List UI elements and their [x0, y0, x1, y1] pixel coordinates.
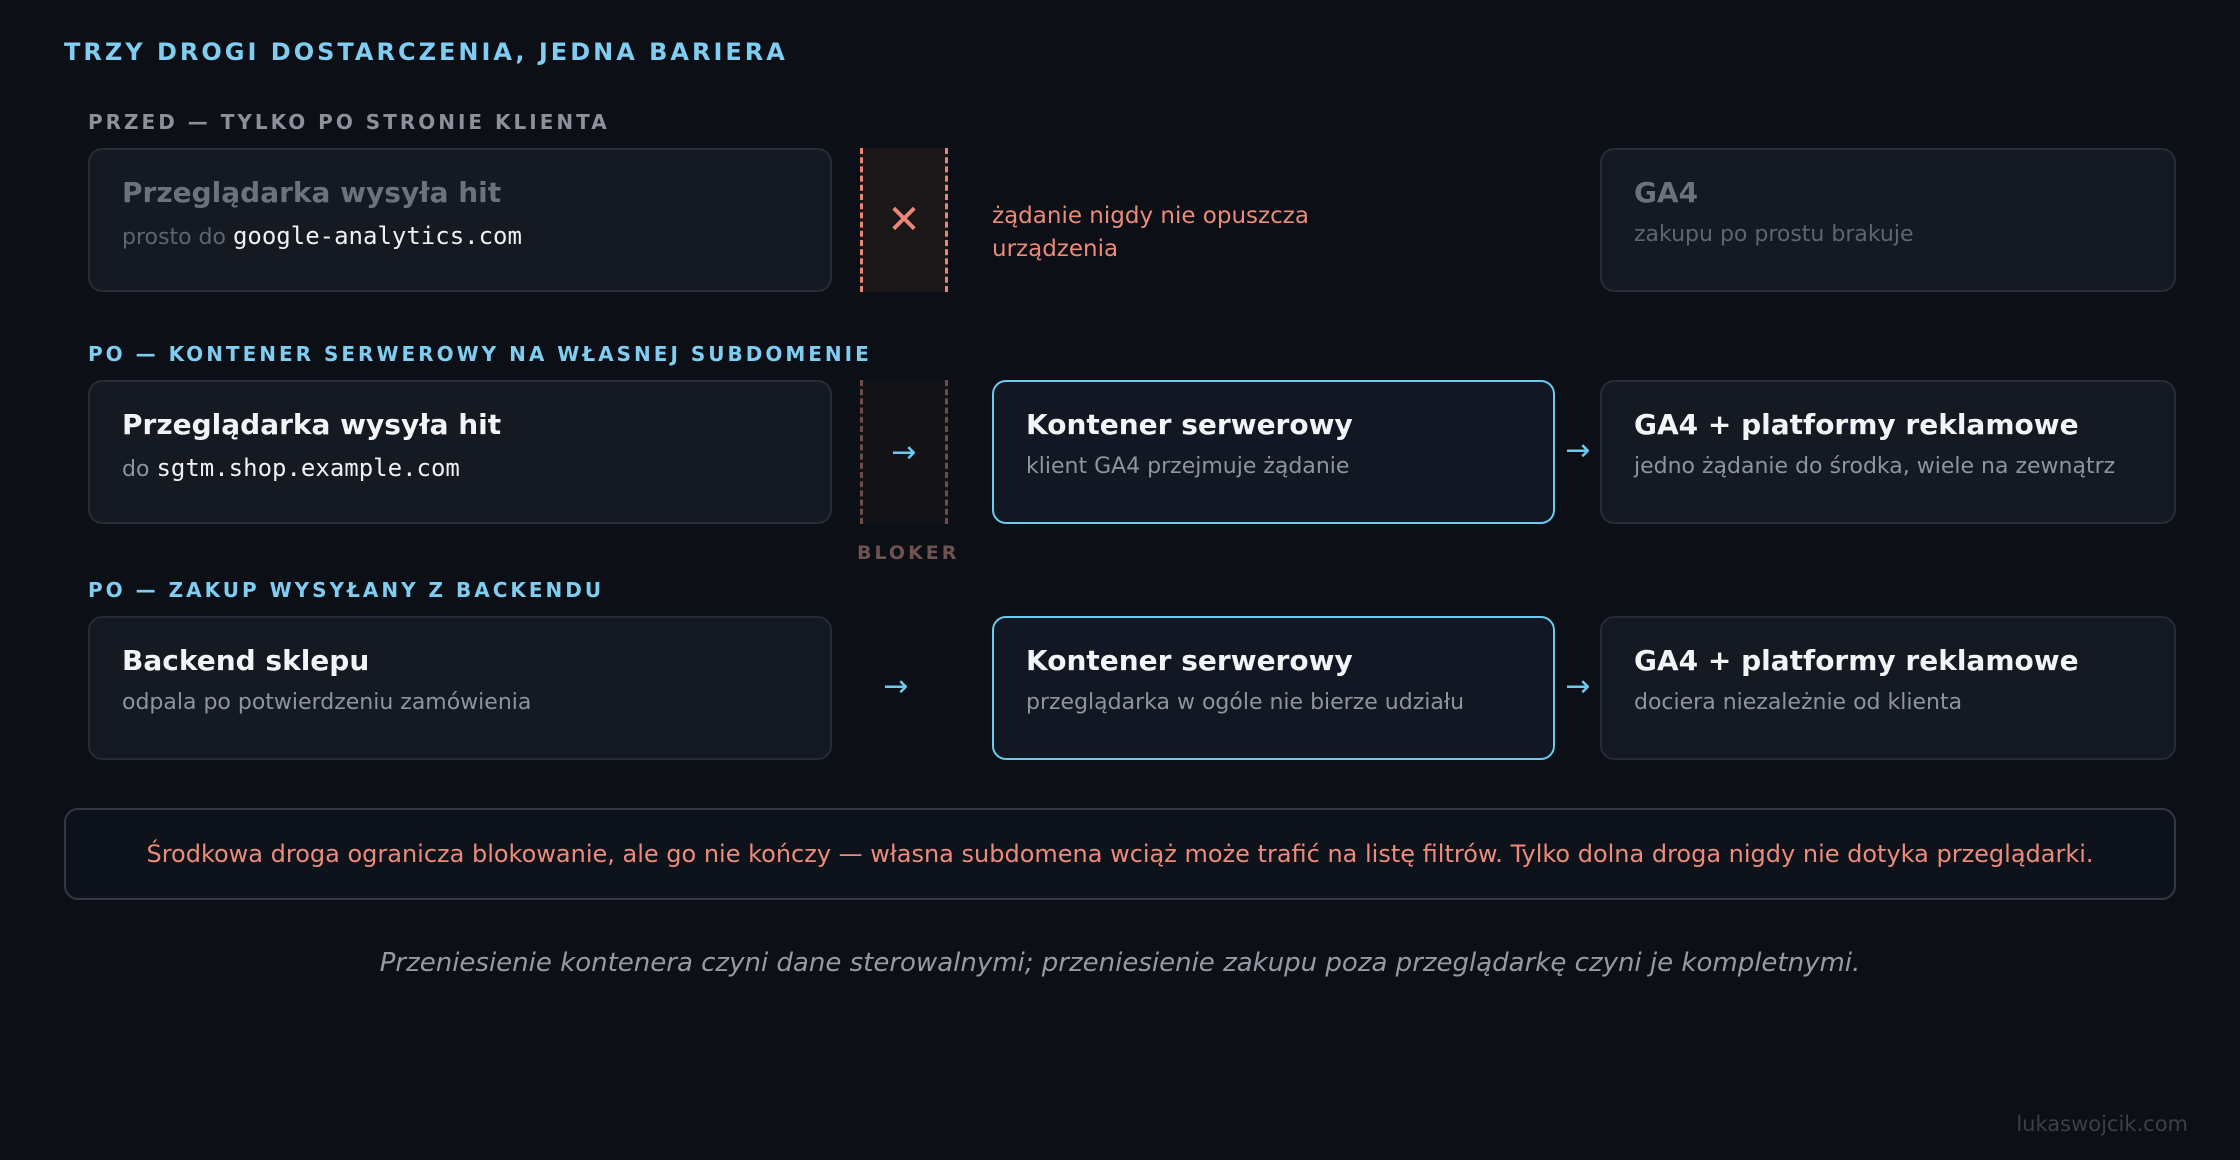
- shop-backend-card: Backend sklepu odpala po potwierdzeniu z…: [88, 616, 832, 760]
- arrow-right-icon: →: [891, 435, 917, 470]
- ga4-platforms-card: GA4 + platformy reklamowe dociera niezal…: [1600, 616, 2176, 760]
- browser-source-card: Przeglądarka wysyła hit do sgtm.shop.exa…: [88, 380, 832, 524]
- summary-quote: Przeniesienie kontenera czyni dane stero…: [379, 948, 1861, 978]
- diagram-title: TRZY DROGI DOSTARCZENIA, JEDNA BARIERA: [64, 38, 788, 66]
- footer-credit: lukaswojcik.com: [2016, 1112, 2188, 1136]
- browser-source-card: Przeglądarka wysyła hit prosto do google…: [88, 148, 832, 292]
- card-title: GA4 + platformy reklamowe: [1634, 408, 2079, 441]
- card-subtitle: przeglądarka w ogóle nie bierze udziału: [1026, 690, 1465, 715]
- domain-code: sgtm.shop.example.com: [156, 454, 460, 482]
- card-title: Kontener serwerowy: [1026, 644, 1353, 677]
- arrow-right-icon: →: [1565, 669, 1591, 704]
- blocker-label: BLOKER: [857, 542, 960, 564]
- card-subtitle: zakupu po prostu brakuje: [1634, 222, 1914, 247]
- server-container-card: Kontener serwerowy klient GA4 przejmuje …: [992, 380, 1555, 524]
- card-subtitle: klient GA4 przejmuje żądanie: [1026, 454, 1350, 479]
- arrow-right-icon: →: [883, 669, 909, 704]
- ga4-destination-card: GA4 zakupu po prostu brakuje: [1600, 148, 2176, 292]
- blocker-barrier: ✕: [860, 148, 948, 292]
- server-container-card: Kontener serwerowy przeglądarka w ogóle …: [992, 616, 1555, 760]
- row-label-before: PRZED — TYLKO PO STRONIE KLIENTA: [88, 110, 610, 134]
- card-title: Kontener serwerowy: [1026, 408, 1353, 441]
- card-subtitle: odpala po potwierdzeniu zamówienia: [122, 690, 532, 715]
- blocked-x-icon: ✕: [887, 197, 921, 243]
- card-subtitle: prosto do google-analytics.com: [122, 222, 522, 250]
- arrow-right-icon: →: [1565, 433, 1591, 468]
- card-title: Backend sklepu: [122, 644, 370, 677]
- card-title: GA4: [1634, 176, 1699, 209]
- row-label-server-container: PO — KONTENER SERWEROWY NA WŁASNEJ SUBDO…: [88, 342, 872, 366]
- row-label-backend: PO — ZAKUP WYSYŁANY Z BACKENDU: [88, 578, 605, 602]
- warning-note-text: Środkowa droga ogranicza blokowanie, ale…: [146, 840, 2094, 868]
- domain-code: google-analytics.com: [232, 222, 522, 250]
- ga4-platforms-card: GA4 + platformy reklamowe jedno żądanie …: [1600, 380, 2176, 524]
- card-subtitle: dociera niezależnie od klienta: [1634, 690, 1963, 715]
- card-subtitle: do sgtm.shop.example.com: [122, 454, 460, 482]
- card-title: Przeglądarka wysyła hit: [122, 408, 502, 441]
- blocker-barrier: →: [860, 380, 948, 524]
- card-subtitle: jedno żądanie do środka, wiele na zewnąt…: [1634, 454, 2116, 479]
- blocked-note: żądanie nigdy nie opuszcza urządzenia: [992, 203, 1309, 262]
- warning-note-box: Środkowa droga ogranicza blokowanie, ale…: [64, 808, 2176, 900]
- card-title: GA4 + platformy reklamowe: [1634, 644, 2079, 677]
- card-title: Przeglądarka wysyła hit: [122, 176, 502, 209]
